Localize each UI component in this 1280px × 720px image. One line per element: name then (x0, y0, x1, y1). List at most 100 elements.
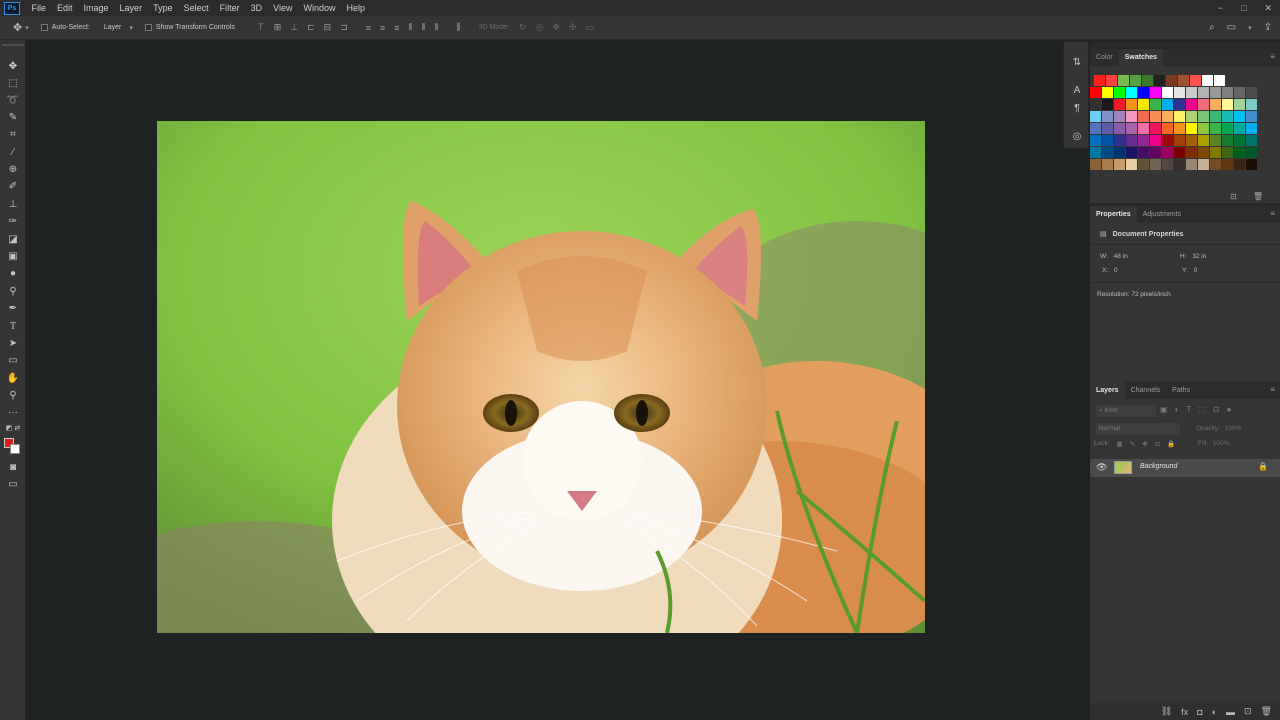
new-layer-icon[interactable]: ⊡ (1244, 706, 1252, 717)
color-swatch[interactable] (1114, 99, 1125, 110)
lock-position-icon[interactable]: ✥ (1142, 440, 1147, 448)
color-swatch[interactable] (1102, 147, 1113, 158)
color-swatch[interactable] (1150, 147, 1161, 158)
color-swatch[interactable] (1214, 75, 1225, 86)
color-swatch[interactable] (1162, 99, 1173, 110)
color-swatch[interactable] (1222, 111, 1233, 122)
color-swatch[interactable] (1210, 147, 1221, 158)
color-swatch[interactable] (1198, 87, 1209, 98)
blur-tool-icon[interactable]: ● (5, 267, 21, 281)
lock-all-icon[interactable]: 🔒 (1167, 440, 1175, 448)
tab-adjustments[interactable]: Adjustments (1137, 206, 1188, 223)
color-swatch[interactable] (1186, 99, 1197, 110)
photoshop-logo-icon[interactable]: Ps (4, 1, 20, 15)
share-icon[interactable]: ⇪ (1264, 22, 1272, 33)
color-swatch[interactable] (1106, 75, 1117, 86)
color-swatch[interactable] (1102, 159, 1113, 170)
color-swatch[interactable] (1202, 75, 1213, 86)
color-swatch[interactable] (1210, 159, 1221, 170)
color-swatch[interactable] (1210, 111, 1221, 122)
panel-menu-icon[interactable]: ≡ (1270, 385, 1275, 394)
move-tool-icon[interactable]: ✥ (5, 60, 21, 74)
color-swatch[interactable] (1114, 111, 1125, 122)
close-button[interactable]: ✕ (1264, 0, 1272, 16)
distribute-left-icon[interactable]: ⦀ (409, 22, 413, 33)
zoom-tool-icon[interactable]: ⚲ (5, 389, 21, 403)
new-group-icon[interactable]: ▬ (1226, 707, 1235, 717)
move-tool-icon[interactable]: ✥ (13, 21, 22, 34)
lock-transparency-icon[interactable]: ▦ (1117, 440, 1123, 448)
distribute-vertical-centers-icon[interactable]: ≡ (380, 23, 385, 33)
tab-channels[interactable]: Channels (1125, 382, 1167, 399)
color-swatch[interactable] (1090, 159, 1101, 170)
tool-preset-chevron-icon[interactable]: ▾ (25, 24, 29, 32)
color-swatch[interactable] (1150, 87, 1161, 98)
color-swatch[interactable] (1246, 159, 1257, 170)
color-swatch[interactable] (1130, 75, 1141, 86)
color-swatch[interactable] (1162, 159, 1173, 170)
color-swatch[interactable] (1174, 147, 1185, 158)
color-swatch[interactable] (1102, 87, 1113, 98)
panel-menu-icon[interactable]: ≡ (1270, 209, 1275, 218)
quick-selection-tool-icon[interactable]: ✎ (5, 111, 21, 125)
color-swatch[interactable] (1138, 135, 1149, 146)
toolbar-grip[interactable] (2, 44, 24, 46)
healing-brush-tool-icon[interactable]: ⊕ (5, 163, 21, 177)
color-swatch[interactable] (1126, 111, 1137, 122)
color-swatch[interactable] (1246, 147, 1257, 158)
marquee-tool-icon[interactable]: ⬚ (5, 77, 21, 91)
default-colors-icon[interactable]: ◩ ⇄ (5, 422, 21, 436)
width-field[interactable]: W: 48 in (1100, 253, 1128, 260)
color-swatch[interactable] (1234, 135, 1245, 146)
color-swatch[interactable] (1210, 87, 1221, 98)
distribute-bottom-icon[interactable]: ≡ (394, 23, 399, 33)
color-swatch[interactable] (1138, 159, 1149, 170)
menu-edit[interactable]: Edit (52, 3, 79, 13)
new-swatch-icon[interactable]: ⊡ (1230, 192, 1237, 201)
color-swatch[interactable] (1210, 99, 1221, 110)
opacity-field[interactable]: Opacity: 100% (1196, 425, 1241, 432)
x-field[interactable]: X: 0 (1102, 267, 1118, 274)
search-icon[interactable]: ⌕ (1209, 22, 1215, 33)
color-swatch[interactable] (1198, 123, 1209, 134)
color-swatch[interactable] (1222, 135, 1233, 146)
type-tool-icon[interactable]: T (5, 320, 21, 334)
color-swatch[interactable] (1094, 75, 1105, 86)
distribute-right-icon[interactable]: ⦀ (435, 22, 439, 33)
document-canvas-area[interactable] (27, 41, 1063, 720)
color-swatch[interactable] (1114, 135, 1125, 146)
color-swatch[interactable] (1186, 147, 1197, 158)
color-swatch[interactable] (1150, 123, 1161, 134)
menu-image[interactable]: Image (78, 3, 114, 13)
tab-color[interactable]: Color (1090, 49, 1119, 66)
maximize-button[interactable]: □ (1241, 0, 1246, 16)
tab-properties[interactable]: Properties (1090, 206, 1137, 223)
minimize-button[interactable]: − (1218, 0, 1223, 16)
color-swatch[interactable] (1174, 123, 1185, 134)
hand-tool-icon[interactable]: ✋ (5, 372, 21, 386)
color-swatch[interactable] (1198, 159, 1209, 170)
color-swatch[interactable] (1246, 111, 1257, 122)
color-swatch[interactable] (1246, 135, 1257, 146)
color-swatch[interactable] (1126, 123, 1137, 134)
color-swatch[interactable] (1222, 87, 1233, 98)
tab-paths[interactable]: Paths (1166, 382, 1196, 399)
auto-select-target-dropdown[interactable]: Layer ▾ (104, 24, 133, 32)
color-swatch[interactable] (1090, 99, 1101, 110)
color-swatch[interactable] (1090, 111, 1101, 122)
rectangle-tool-icon[interactable]: ▭ (5, 354, 21, 368)
path-selection-tool-icon[interactable]: ➤ (5, 337, 21, 351)
color-swatch[interactable] (1090, 87, 1101, 98)
color-swatch[interactable] (1246, 99, 1257, 110)
libraries-icon[interactable]: ◎ (1070, 130, 1084, 144)
delete-swatch-icon[interactable]: 🗑 (1253, 192, 1263, 201)
color-swatch[interactable] (1210, 123, 1221, 134)
align-vertical-centers-icon[interactable]: ⊞ (274, 22, 282, 33)
align-bottom-edges-icon[interactable]: ⊥ (290, 22, 298, 33)
tab-swatches[interactable]: Swatches (1118, 49, 1164, 66)
color-swatch[interactable] (1102, 135, 1113, 146)
color-swatch[interactable] (1150, 159, 1161, 170)
color-swatch[interactable] (1114, 87, 1125, 98)
pixel-filter-icon[interactable]: ▣ (1160, 405, 1168, 414)
color-swatch[interactable] (1234, 147, 1245, 158)
